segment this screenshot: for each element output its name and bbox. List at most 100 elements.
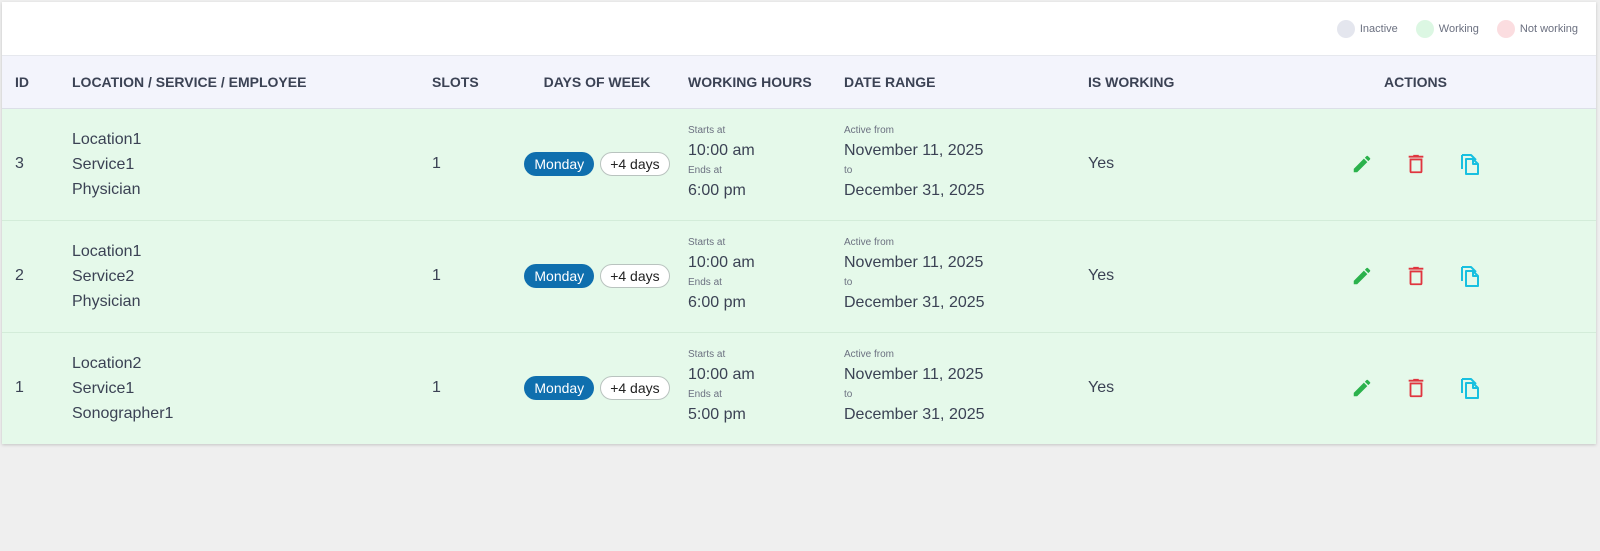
schedule-card: Inactive Working Not working ID LOCATION… xyxy=(2,2,1596,444)
date-to: December 31, 2025 xyxy=(844,406,985,424)
legend-not-working: Not working xyxy=(1496,19,1578,38)
col-days[interactable]: DAYS OF WEEK xyxy=(519,56,675,109)
row-service: Service1 xyxy=(72,155,135,173)
edit-button[interactable] xyxy=(1349,151,1375,177)
row-location-service-employee: Location2 Service1 Sonographer1 xyxy=(59,331,419,444)
schedule-table: ID LOCATION / SERVICE / EMPLOYEE SLOTS D… xyxy=(2,56,1596,444)
col-range[interactable]: DATE RANGE xyxy=(831,56,1075,109)
working-dot xyxy=(1415,19,1434,38)
col-working[interactable]: IS WORKING xyxy=(1075,56,1235,109)
row-id: 3 xyxy=(15,155,24,172)
date-from: November 11, 2025 xyxy=(844,142,984,159)
row-working-hours: Starts at 10:00 am Ends at 6:00 pm xyxy=(675,108,831,220)
row-employee: Physician xyxy=(72,292,141,310)
col-actions: ACTIONS xyxy=(1235,56,1596,109)
row-location: Location1 xyxy=(72,242,142,260)
table-row[interactable]: 2 Location1 Service2 Physician 1 Monday … xyxy=(2,219,1596,332)
date-from: November 11, 2025 xyxy=(844,254,984,271)
trash-icon xyxy=(1408,379,1423,398)
col-location[interactable]: LOCATION / SERVICE / EMPLOYEE xyxy=(59,56,419,109)
table-row[interactable]: 1 Location2 Service1 Sonographer1 1 Mond… xyxy=(2,331,1596,444)
row-is-working: Yes xyxy=(1075,219,1235,332)
pencil-icon xyxy=(1353,379,1370,397)
active-from-label: Active from xyxy=(844,349,895,361)
more-days-badge[interactable]: +4 days xyxy=(600,376,670,401)
more-days-badge[interactable]: +4 days xyxy=(600,152,670,176)
not-working-dot xyxy=(1496,19,1515,38)
row-service: Service1 xyxy=(72,379,135,397)
row-date-range: Active from November 11, 2025 to Decembe… xyxy=(831,219,1075,332)
row-location-service-employee: Location1 Service2 Physician xyxy=(59,219,419,332)
date-to: December 31, 2025 xyxy=(844,182,985,199)
row-days: Monday +4 days xyxy=(519,108,675,220)
row-id: 1 xyxy=(2,331,59,444)
row-days: Monday +4 days xyxy=(519,331,675,444)
row-location: Location1 xyxy=(72,130,142,148)
copy-button[interactable] xyxy=(1457,151,1483,177)
col-id[interactable]: ID xyxy=(2,56,59,109)
row-actions xyxy=(1235,331,1596,444)
more-days-badge[interactable]: +4 days xyxy=(600,264,670,288)
row-id: 2 xyxy=(2,219,59,332)
row-location-service-employee: Location1 Service1 Physician xyxy=(59,108,419,220)
row-slots: 1 xyxy=(432,155,441,172)
inactive-dot xyxy=(1336,19,1355,38)
col-slots[interactable]: SLOTS xyxy=(419,56,519,109)
delete-button[interactable] xyxy=(1403,375,1429,401)
status-legend: Inactive Working Not working xyxy=(2,2,1596,56)
ends-at-label: Ends at xyxy=(688,277,722,288)
start-time: 10:00 am xyxy=(688,254,755,271)
pencil-icon xyxy=(1353,155,1370,173)
date-from: November 11, 2025 xyxy=(844,366,984,384)
row-is-working: Yes xyxy=(1075,331,1235,444)
table-row[interactable]: 3 Location1 Service1 Physician 1 Monday … xyxy=(2,108,1596,220)
start-time: 10:00 am xyxy=(688,366,755,384)
delete-button[interactable] xyxy=(1403,151,1429,177)
edit-button[interactable] xyxy=(1349,263,1375,289)
copy-icon xyxy=(1460,378,1479,400)
to-label: to xyxy=(844,165,853,176)
delete-button[interactable] xyxy=(1403,263,1429,289)
legend-working: Working xyxy=(1415,19,1479,38)
row-actions xyxy=(1235,219,1596,332)
copy-icon xyxy=(1460,266,1479,287)
to-label: to xyxy=(844,389,853,401)
legend-label: Not working xyxy=(1519,22,1578,35)
row-employee: Physician xyxy=(72,180,141,198)
copy-icon xyxy=(1460,154,1479,175)
end-time: 6:00 pm xyxy=(688,182,746,199)
table-header-row: ID LOCATION / SERVICE / EMPLOYEE SLOTS D… xyxy=(2,56,1596,109)
row-days: Monday +4 days xyxy=(519,219,675,332)
row-working-hours: Starts at 10:00 am Ends at 6:00 pm xyxy=(675,219,831,332)
day-badge: Monday xyxy=(524,152,595,176)
row-working-hours: Starts at 10:00 am Ends at 5:00 pm xyxy=(675,331,831,444)
trash-icon xyxy=(1408,154,1423,174)
row-date-range: Active from November 11, 2025 to Decembe… xyxy=(831,331,1075,444)
active-from-label: Active from xyxy=(844,237,895,248)
row-slots: 1 xyxy=(419,331,519,444)
legend-inactive: Inactive xyxy=(1336,19,1398,38)
active-from-label: Active from xyxy=(844,125,895,136)
end-time: 6:00 pm xyxy=(688,294,746,311)
row-slots: 1 xyxy=(419,219,519,332)
edit-button[interactable] xyxy=(1349,375,1375,401)
start-time: 10:00 am xyxy=(688,142,755,159)
row-is-working: Yes xyxy=(1088,155,1115,172)
day-badge: Monday xyxy=(524,264,595,288)
ends-at-label: Ends at xyxy=(688,165,722,176)
copy-button[interactable] xyxy=(1457,263,1483,289)
ends-at-label: Ends at xyxy=(688,389,722,401)
starts-at-label: Starts at xyxy=(688,349,726,361)
day-badge: Monday xyxy=(524,376,595,401)
date-to: December 31, 2025 xyxy=(844,294,985,311)
row-date-range: Active from November 11, 2025 to Decembe… xyxy=(831,108,1075,220)
pencil-icon xyxy=(1353,267,1370,285)
end-time: 5:00 pm xyxy=(688,406,746,424)
row-service: Service2 xyxy=(72,267,135,285)
col-hours[interactable]: WORKING HOURS xyxy=(675,56,831,109)
copy-button[interactable] xyxy=(1457,375,1483,401)
legend-label: Working xyxy=(1438,22,1479,35)
legend-label: Inactive xyxy=(1359,22,1398,35)
row-location: Location2 xyxy=(72,354,142,372)
starts-at-label: Starts at xyxy=(688,125,726,136)
